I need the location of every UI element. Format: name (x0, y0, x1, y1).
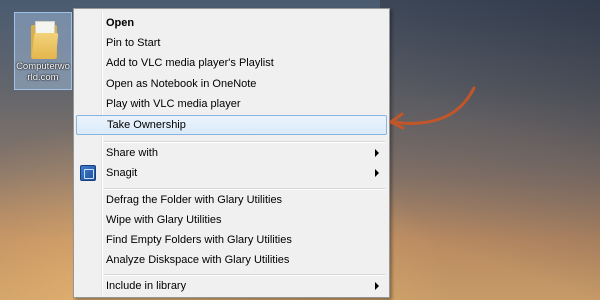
menu-item-play-with-vlc[interactable]: Play with VLC media player (76, 94, 387, 114)
menu-item-label: Share with (106, 147, 158, 159)
submenu-arrow-icon (375, 169, 379, 177)
menu-item-snagit[interactable]: Snagit (76, 163, 387, 183)
menu-item-label: Find Empty Folders with Glary Utilities (106, 234, 292, 246)
menu-item-find-empty-folders-glary[interactable]: Find Empty Folders with Glary Utilities (76, 230, 387, 250)
desktop-folder-icon[interactable]: Computerworld.com (14, 12, 72, 90)
menu-item-label: Add to VLC media player's Playlist (106, 57, 274, 69)
submenu-arrow-icon (375, 149, 379, 157)
wallpaper-shadow (380, 0, 600, 300)
menu-item-add-to-vlc-playlist[interactable]: Add to VLC media player's Playlist (76, 53, 387, 73)
context-menu: Open Pin to Start Add to VLC media playe… (73, 8, 390, 298)
desktop-icon-label: Computerworld.com (16, 61, 70, 83)
menu-item-label: Open (106, 17, 135, 29)
menu-item-label: Take Ownership (107, 119, 186, 131)
menu-item-take-ownership[interactable]: Take Ownership (76, 115, 387, 135)
menu-item-open-as-notebook[interactable]: Open as Notebook in OneNote (76, 74, 387, 94)
folder-icon (29, 19, 59, 59)
menu-item-defrag-glary[interactable]: Defrag the Folder with Glary Utilities (76, 190, 387, 210)
menu-item-label: Defrag the Folder with Glary Utilities (106, 194, 283, 206)
menu-item-include-in-library[interactable]: Include in library (76, 276, 387, 296)
menu-item-label: Include in library (106, 280, 187, 292)
submenu-arrow-icon (375, 282, 379, 290)
menu-item-label: Analyze Diskspace with Glary Utilities (106, 254, 290, 266)
menu-item-label: Wipe with Glary Utilities (106, 214, 222, 226)
menu-item-label: Play with VLC media player (106, 98, 241, 110)
menu-item-label: Open as Notebook in OneNote (106, 78, 257, 90)
menu-item-label: Pin to Start (106, 37, 161, 49)
menu-item-share-with[interactable]: Share with (76, 143, 387, 163)
menu-item-open[interactable]: Open (76, 13, 387, 33)
menu-item-label: Snagit (106, 167, 138, 179)
annotation-arrow-icon (389, 86, 476, 130)
menu-item-analyze-diskspace-glary[interactable]: Analyze Diskspace with Glary Utilities (76, 250, 387, 270)
snagit-icon (80, 165, 96, 181)
menu-item-wipe-glary[interactable]: Wipe with Glary Utilities (76, 210, 387, 230)
menu-item-pin-to-start[interactable]: Pin to Start (76, 33, 387, 53)
